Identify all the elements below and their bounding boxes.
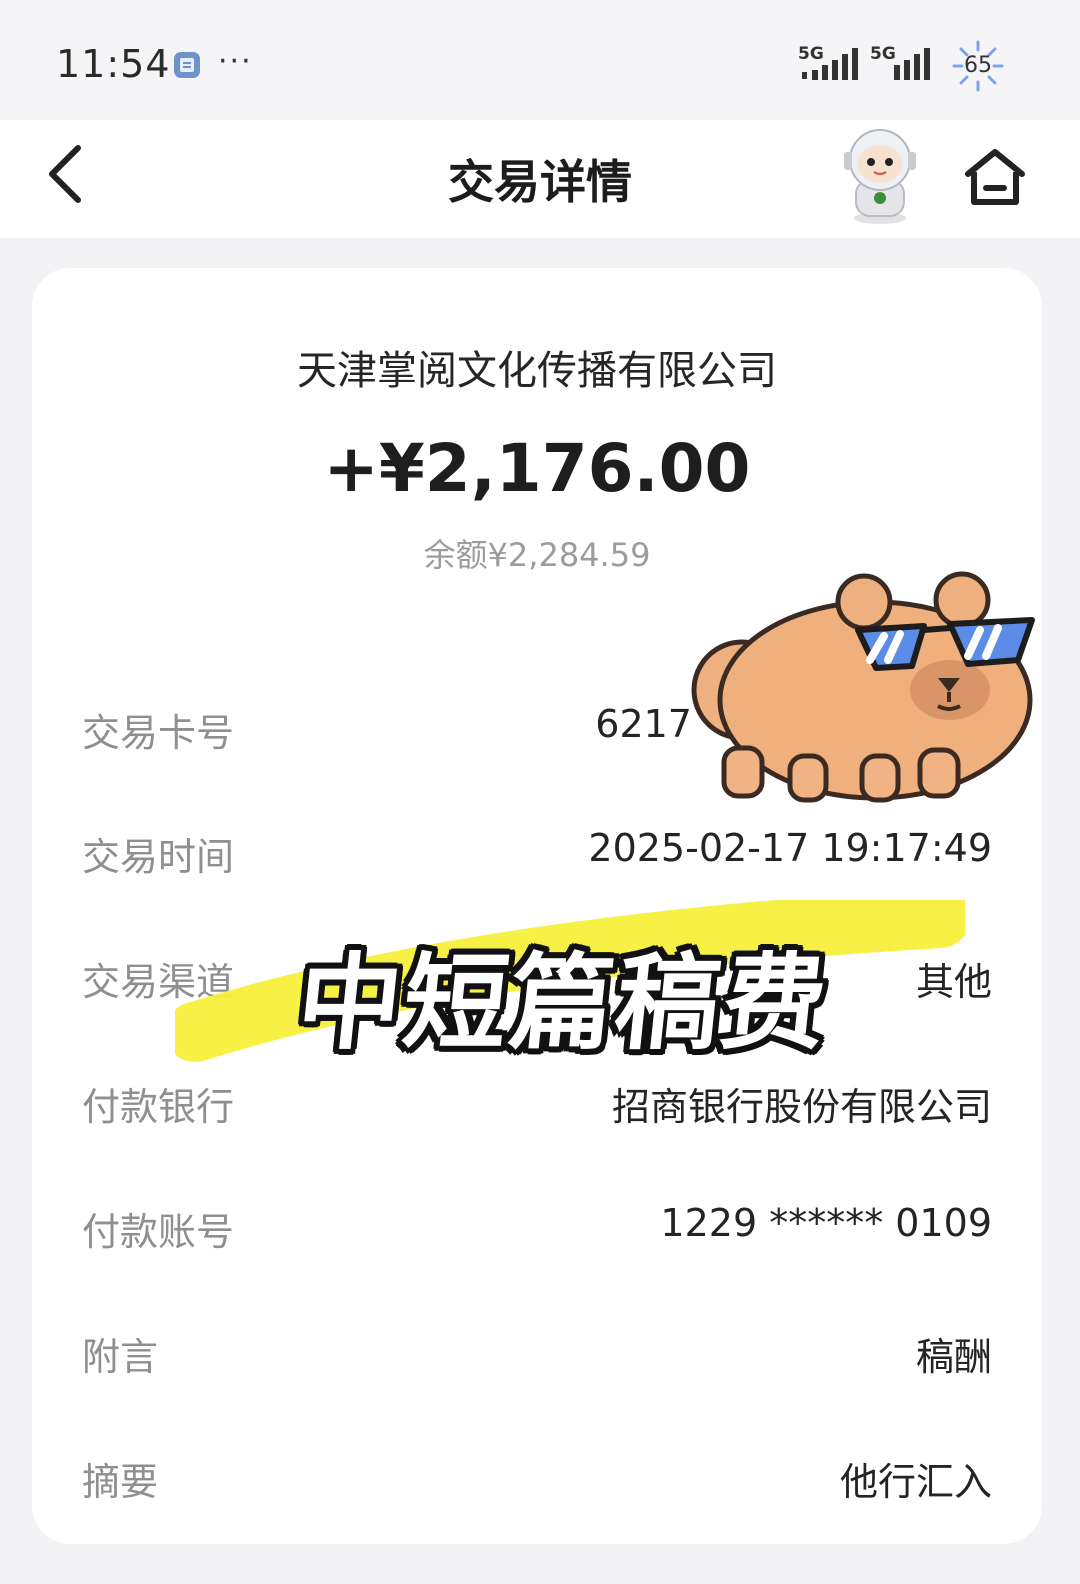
detail-row-summary: 摘要 他行汇入 — [82, 1443, 992, 1504]
more-notifications-icon: ··· — [218, 44, 253, 79]
app-notification-icon — [174, 52, 200, 78]
detail-label: 交易时间 — [82, 835, 235, 879]
detail-label: 摘要 — [82, 1460, 159, 1504]
status-bar: 11:54 ··· 5G 5G 65 — [0, 0, 1080, 120]
detail-label: 交易卡号 — [82, 711, 235, 755]
detail-value: 2025-02-17 19:17:49 — [588, 826, 992, 870]
signal-icon-2: 5G — [870, 44, 936, 84]
detail-value: 稿酬 — [915, 1335, 992, 1379]
detail-row-payer-bank: 付款银行 招商银行股份有限公司 — [82, 1068, 992, 1129]
detail-label: 附言 — [82, 1335, 159, 1379]
detail-value: 他行汇入 — [839, 1460, 992, 1504]
status-time: 11:54 — [56, 42, 171, 86]
home-icon[interactable] — [962, 146, 1028, 208]
robot-assistant-icon[interactable] — [834, 122, 926, 226]
battery-icon: 65 — [952, 40, 1004, 92]
capybara-sunglasses-sticker — [691, 571, 1035, 803]
detail-value: 1229 ****** 0109 — [660, 1201, 992, 1245]
detail-row-payer-account: 付款账号 1229 ****** 0109 — [82, 1193, 992, 1254]
detail-row-time: 交易时间 2025-02-17 19:17:49 — [82, 818, 992, 879]
overlay-caption: 中短篇稿费 — [291, 942, 835, 1064]
signal-icon: 5G — [798, 44, 864, 84]
nav-header: 交易详情 — [0, 120, 1080, 238]
detail-label: 付款账号 — [82, 1210, 235, 1254]
detail-row-remark: 附言 稿酬 — [82, 1318, 992, 1379]
transaction-amount: +¥2,176.00 — [323, 430, 751, 507]
counterparty-name: 天津掌阅文化传播有限公司 — [297, 348, 777, 394]
detail-value: 6217 — [595, 702, 692, 746]
detail-label: 付款银行 — [82, 1085, 235, 1129]
battery-level: 65 — [964, 53, 992, 78]
detail-value: 招商银行股份有限公司 — [611, 1085, 992, 1129]
